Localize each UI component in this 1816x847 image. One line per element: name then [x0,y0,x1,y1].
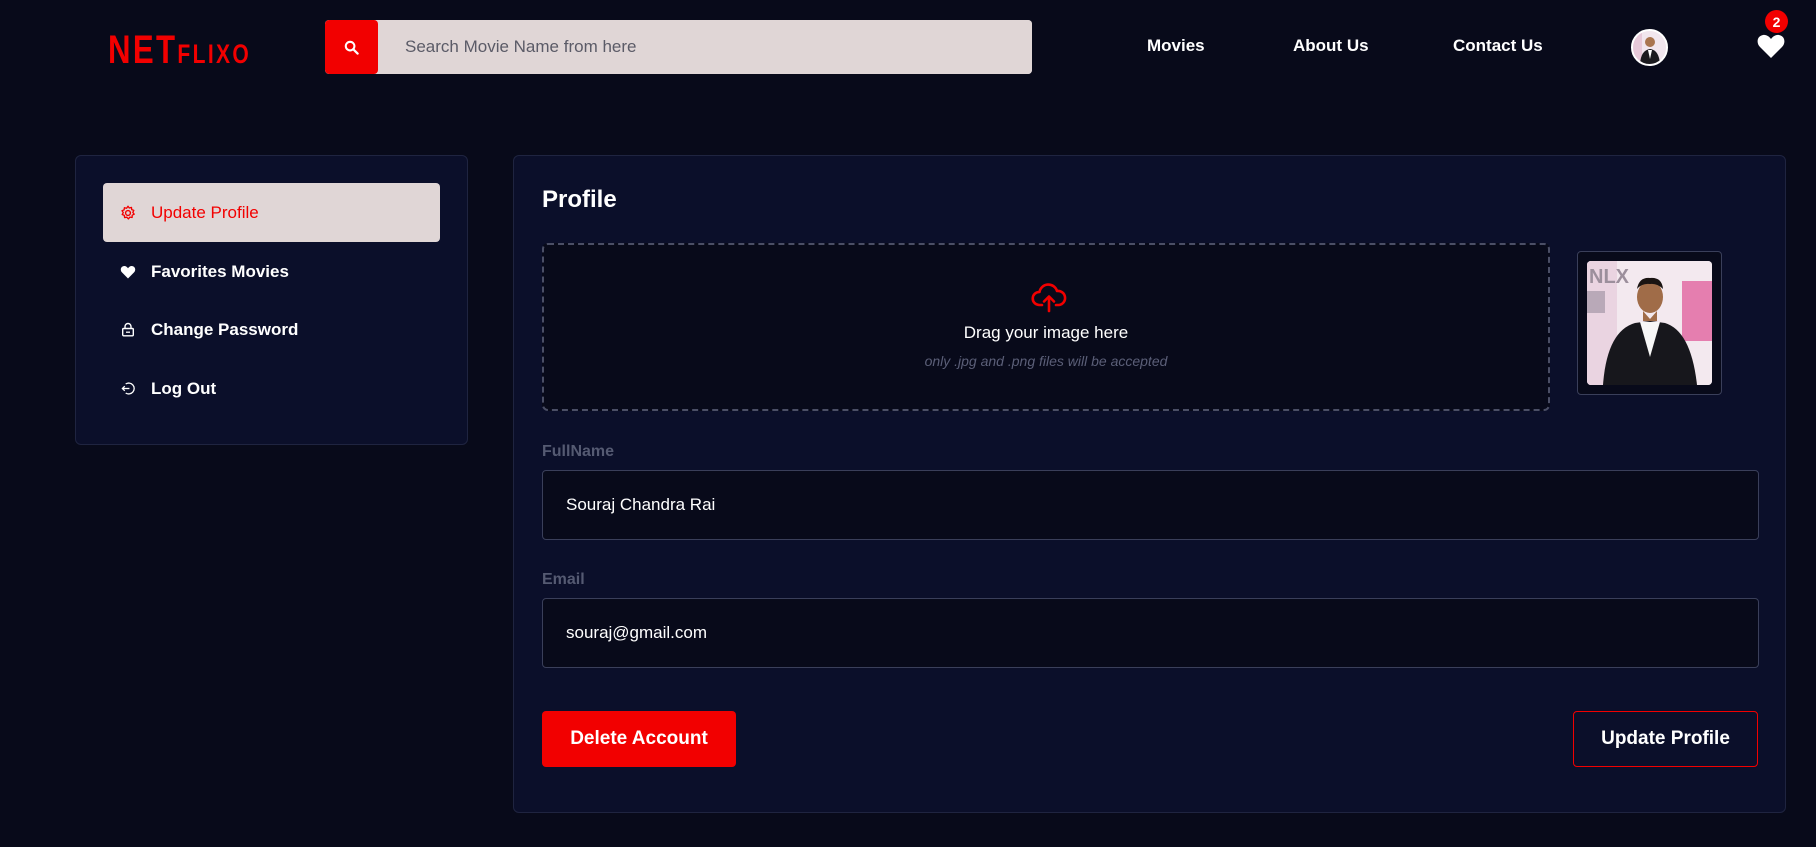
user-avatar[interactable] [1631,29,1668,66]
lock-icon [119,321,137,339]
update-profile-button[interactable]: Update Profile [1573,711,1758,767]
logo-text-small: FLIXO [177,39,252,69]
sidebar-item-label: Update Profile [151,202,259,222]
nav-contact-us[interactable]: Contact Us [1453,36,1543,56]
profile-panel: Profile Drag your image here only .jpg a… [513,155,1786,813]
logout-icon [119,380,137,398]
dropzone-subtext: only .jpg and .png files will be accepte… [924,353,1168,369]
search-icon [344,40,359,55]
search-input[interactable] [378,20,1032,74]
sidebar-item-label: Change Password [151,319,299,339]
nav-about-us[interactable]: About Us [1293,36,1369,56]
netflixo-logo[interactable]: NETFLIXO [108,28,251,73]
sidebar-item-update-profile[interactable]: Update Profile [103,183,440,242]
sidebar-item-favorites-movies[interactable]: Favorites Movies [103,242,440,301]
heart-icon [119,263,137,281]
logo-text-big: NET [108,28,178,72]
profile-image-preview: NLX [1577,251,1722,395]
sidebar-item-label: Favorites Movies [151,261,289,281]
favorites-count-badge: 2 [1765,10,1788,33]
favorites-heart-icon[interactable] [1757,33,1785,59]
profile-photo: NLX [1587,261,1712,385]
avatar-image [1633,31,1666,64]
dropzone-text: Drag your image here [963,323,1129,342]
gear-icon [119,204,137,222]
fullname-label: FullName [542,443,615,460]
page-title: Profile [542,186,617,213]
search-button[interactable] [325,20,378,74]
svg-text:NLX: NLX [1589,266,1630,288]
cloud-upload-icon [1031,283,1067,313]
email-field[interactable] [542,598,1759,668]
image-dropzone[interactable]: Drag your image here only .jpg and .png … [542,243,1550,411]
sidebar-item-log-out[interactable]: Log Out [103,359,440,418]
profile-sidebar: Update Profile Favorites Movies Change P… [75,155,468,445]
delete-account-button[interactable]: Delete Account [542,711,736,767]
top-navbar: NETFLIXO Movies About Us Contact Us 2 [0,0,1816,95]
nav-movies[interactable]: Movies [1147,36,1205,56]
sidebar-item-change-password[interactable]: Change Password [103,300,440,359]
search-bar [325,20,1032,74]
sidebar-item-label: Log Out [151,378,217,398]
fullname-field[interactable] [542,470,1759,540]
email-label: Email [542,571,585,588]
